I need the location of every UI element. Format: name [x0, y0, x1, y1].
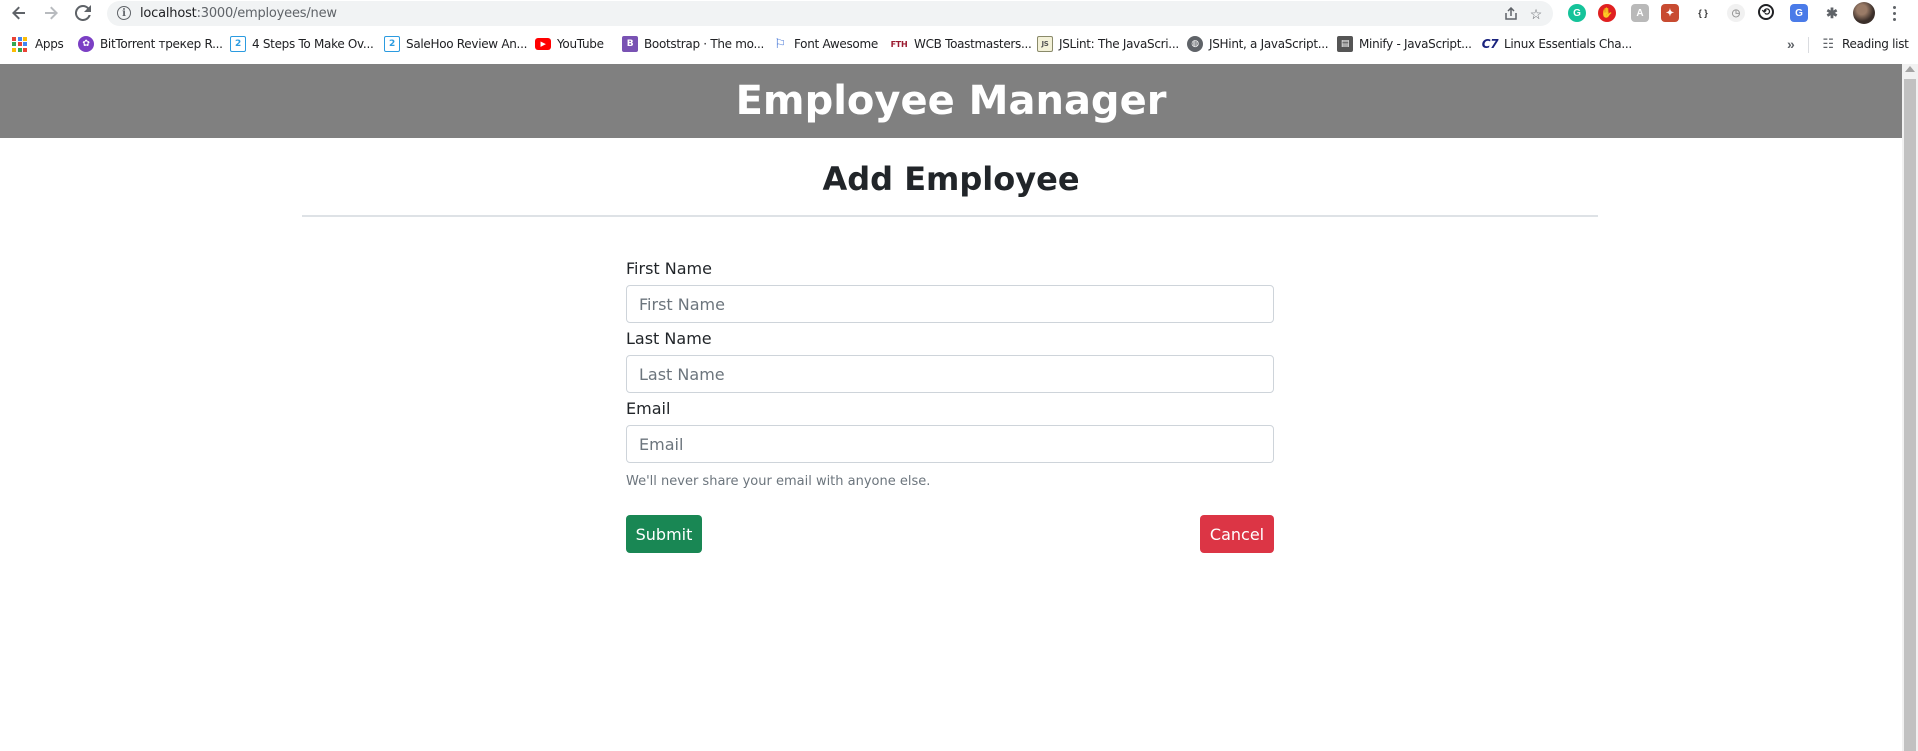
- back-arrow-icon[interactable]: [8, 2, 30, 24]
- minify-icon: ▤: [1337, 36, 1353, 52]
- bookmark-apps[interactable]: Apps: [12, 36, 64, 52]
- bookmark-4-steps[interactable]: 2 4 Steps To Make Ov...: [230, 36, 374, 52]
- profile-avatar[interactable]: [1853, 2, 1875, 24]
- bookmark-font-awesome[interactable]: ⚐ Font Awesome: [772, 36, 878, 52]
- submit-button[interactable]: Submit: [626, 515, 702, 553]
- google-translate-icon[interactable]: G: [1790, 4, 1808, 22]
- reading-list-icon: ☷: [1822, 36, 1834, 52]
- scroll-up-arrow-icon[interactable]: [1905, 66, 1915, 72]
- scrollbar-thumb[interactable]: [1904, 79, 1916, 751]
- extension-clock-icon[interactable]: ◷: [1727, 4, 1745, 22]
- email-label: Email: [626, 399, 671, 418]
- json-formatter-icon[interactable]: { }: [1694, 4, 1712, 22]
- bookmark-bootstrap[interactable]: B Bootstrap · The mo...: [622, 36, 764, 52]
- last-name-input[interactable]: [626, 355, 1274, 393]
- saleshoo-icon: 2: [230, 36, 246, 52]
- url-text[interactable]: localhost:3000/employees/new: [140, 6, 337, 21]
- reload-icon[interactable]: [72, 2, 94, 24]
- first-name-label: First Name: [626, 259, 712, 278]
- bookmark-salehoo[interactable]: 2 SaleHoo Review An...: [384, 36, 527, 52]
- c7-icon: C7: [1481, 37, 1499, 51]
- forward-arrow-icon[interactable]: [40, 2, 62, 24]
- bittorrent-icon: ✿: [78, 36, 94, 52]
- extension-red-icon[interactable]: ✦: [1661, 4, 1679, 22]
- extension-circle-icon[interactable]: ⟲: [1758, 4, 1774, 20]
- browser-menu-icon[interactable]: [1889, 4, 1899, 22]
- bookmarks-bar: Apps ✿ BitTorrent трекер R... 2 4 Steps …: [0, 30, 1918, 58]
- address-bar[interactable]: i localhost:3000/employees/new ☆: [107, 1, 1553, 26]
- bookmark-wcb-toastmasters[interactable]: FTH WCB Toastmasters...: [890, 36, 1032, 52]
- bookmark-linux-essentials[interactable]: C7 Linux Essentials Cha...: [1482, 36, 1632, 52]
- bookmark-bittorrent[interactable]: ✿ BitTorrent трекер R...: [78, 36, 223, 52]
- bookmark-star-icon[interactable]: ☆: [1527, 5, 1545, 23]
- last-name-label: Last Name: [626, 329, 712, 348]
- youtube-icon: ▶: [535, 38, 551, 50]
- bookmark-jslint[interactable]: JS JSLint: The JavaScri...: [1037, 36, 1179, 52]
- share-icon[interactable]: [1502, 5, 1520, 23]
- jslint-icon: JS: [1037, 36, 1053, 52]
- email-input[interactable]: [626, 425, 1274, 463]
- bookmarks-divider: [1808, 37, 1809, 53]
- grammarly-icon[interactable]: G: [1568, 4, 1586, 22]
- globe-icon: ◍: [1187, 36, 1203, 52]
- bookmarks-overflow-chevron-icon[interactable]: »: [1787, 36, 1795, 52]
- bookmark-jshint[interactable]: ◍ JSHint, a JavaScript...: [1187, 36, 1329, 52]
- adblock-icon[interactable]: ✋: [1598, 4, 1616, 22]
- bookmark-minify[interactable]: ▤ Minify - JavaScript...: [1337, 36, 1472, 52]
- bookmark-reading-list[interactable]: ☷ Reading list: [1820, 36, 1909, 52]
- bookmark-youtube[interactable]: ▶ YouTube: [535, 36, 604, 52]
- site-info-icon[interactable]: i: [117, 6, 131, 20]
- page-title: Add Employee: [822, 160, 1080, 198]
- heading-divider: [302, 215, 1598, 217]
- saleshoo-icon: 2: [384, 36, 400, 52]
- fth-icon: FTH: [890, 39, 908, 49]
- app-header: Employee Manager: [0, 64, 1902, 138]
- app-title: Employee Manager: [735, 78, 1167, 124]
- extension-gray-icon[interactable]: A: [1631, 4, 1649, 22]
- cancel-button[interactable]: Cancel: [1200, 515, 1274, 553]
- email-help-text: We'll never share your email with anyone…: [626, 474, 931, 489]
- browser-toolbar: i localhost:3000/employees/new ☆ G ✋ A ✦…: [0, 0, 1918, 26]
- extensions-puzzle-icon[interactable]: ✱: [1823, 4, 1841, 22]
- page-viewport: Employee Manager Add Employee First Name…: [0, 64, 1902, 751]
- first-name-input[interactable]: [626, 285, 1274, 323]
- apps-grid-icon: [12, 36, 27, 52]
- flag-icon: ⚐: [774, 36, 786, 52]
- bootstrap-icon: B: [622, 36, 638, 52]
